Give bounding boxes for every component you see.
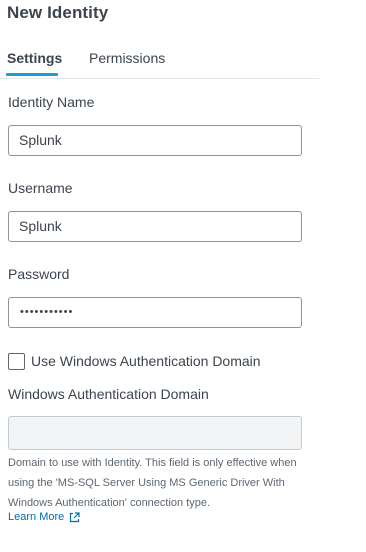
tab-permissions[interactable]: Permissions: [89, 50, 165, 66]
username-input[interactable]: Splunk: [8, 211, 302, 242]
windows-domain-label: Windows Authentication Domain: [8, 386, 209, 402]
windows-domain-input: [8, 416, 302, 450]
learn-more-link[interactable]: Learn More: [8, 511, 80, 523]
identity-name-label: Identity Name: [8, 94, 95, 110]
tab-bar: Settings Permissions: [0, 48, 319, 79]
learn-more-label[interactable]: Learn More: [8, 511, 64, 523]
external-link-icon: [70, 511, 80, 522]
tab-settings[interactable]: Settings: [7, 50, 62, 66]
username-label: Username: [8, 180, 73, 196]
password-input[interactable]: •••••••••••: [8, 297, 302, 328]
windows-auth-checkbox[interactable]: [8, 352, 25, 370]
password-label: Password: [8, 266, 70, 282]
page-title: New Identity: [7, 3, 109, 22]
new-identity-panel: New Identity Settings Permissions Identi…: [0, 0, 366, 552]
windows-auth-checkbox-row[interactable]: Use Windows Authentication Domain: [8, 351, 261, 371]
windows-auth-checkbox-label[interactable]: Use Windows Authentication Domain: [31, 353, 261, 369]
windows-domain-help-text: Domain to use with Identity. This field …: [8, 457, 297, 509]
active-tab-indicator: [6, 73, 58, 76]
identity-name-input[interactable]: Splunk: [8, 125, 302, 156]
